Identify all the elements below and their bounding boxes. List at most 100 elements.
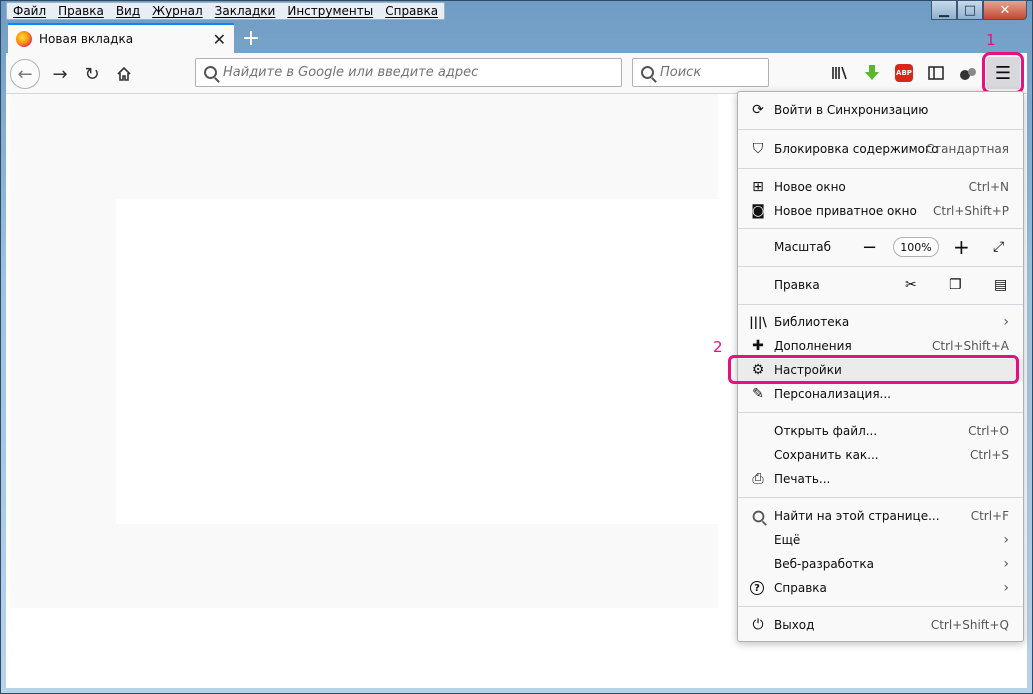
chevron-right-icon: › [1003,532,1009,548]
paintbrush-icon: ✎ [752,386,764,402]
reload-button[interactable]: ↻ [79,61,105,87]
menu-item-help[interactable]: ? Справка › [738,577,1023,599]
close-window-button[interactable]: ✕ [983,0,1027,20]
menu-item-addons-label: Дополнения [774,339,852,353]
shortcut-addons: Ctrl+Shift+A [932,339,1009,353]
menu-item-webdev-label: Веб-разработка [774,557,875,571]
extension-balls-icon [960,68,976,80]
forward-button[interactable]: → [47,61,73,87]
zoom-in-button[interactable]: + [953,235,970,259]
adblock-plus-icon: ABP [895,64,913,82]
search-bar[interactable]: Поиск [632,58,769,87]
menu-separator [738,606,1023,607]
edit-label: Правка [774,278,820,292]
tab-close-icon[interactable]: ✕ [213,30,226,49]
chevron-right-icon: › [1003,580,1009,596]
menu-bookmarks[interactable]: Закладки [209,3,282,19]
help-icon: ? [750,581,764,595]
menu-item-exit-label: Выход [774,618,815,632]
library-button[interactable] [830,63,850,83]
cut-icon[interactable]: ✂ [905,277,917,293]
paste-icon[interactable]: ▤ [994,277,1007,293]
menu-item-more-label: Ещё [774,533,801,547]
shield-icon: ⛉ [752,141,764,157]
menu-item-addons[interactable]: ✚ Дополнения Ctrl+Shift+A [738,335,1023,357]
menu-item-customize[interactable]: ✎ Персонализация... [738,383,1023,405]
new-window-icon: ⊞ [752,179,764,195]
menu-item-private-window[interactable]: ◙ Новое приватное окно Ctrl+Shift+P [738,200,1023,222]
url-placeholder: Найдите в Google или введите адрес [223,65,479,80]
menu-help[interactable]: Справка [379,3,444,19]
menu-view[interactable]: Вид [110,3,146,19]
menu-separator [738,228,1023,229]
menu-tools[interactable]: Инструменты [281,3,379,19]
home-icon [117,66,131,81]
blocking-level-value: Стандартная [925,142,1009,156]
menu-separator [738,412,1023,413]
menu-item-library-label: Библиотека [774,315,850,329]
shortcut-private-window: Ctrl+Shift+P [933,204,1009,218]
url-bar[interactable]: Найдите в Google или введите адрес [195,58,622,87]
content-panel-white [116,199,730,524]
zoom-out-button[interactable]: − [862,237,877,258]
menu-item-sync[interactable]: ⟳ Войти в Синхронизацию [738,99,1023,121]
home-button[interactable] [111,61,137,87]
menu-item-open-file[interactable]: Открыть файл... Ctrl+O [738,420,1023,442]
reload-icon: ↻ [84,63,100,85]
search-icon [204,66,217,79]
search-bar-icon [641,66,654,79]
annotation-number-1: 1 [986,31,996,49]
menu-item-private-label: Новое приватное окно [774,204,917,218]
menu-item-web-developer[interactable]: Веб-разработка › [738,553,1023,575]
menu-item-help-label: Справка [774,581,827,595]
printer-icon: ⎙ [752,471,764,487]
library-icon [832,66,847,80]
menubar: Файл Правка Вид Журнал Закладки Инструме… [6,2,446,20]
menu-item-find[interactable]: Найти на этой странице... Ctrl+F [738,505,1023,527]
menu-edit[interactable]: Правка [52,3,110,19]
menu-item-content-blocking[interactable]: ⛉ Блокировка содержимого Стандартная [738,138,1023,160]
menu-item-blocking-label: Блокировка содержимого [774,142,939,156]
menu-item-customize-label: Персонализация... [774,387,891,401]
fullscreen-icon[interactable]: ⤢ [993,239,1004,255]
copy-icon[interactable]: ❐ [949,277,962,293]
tab-title: Новая вкладка [39,32,134,46]
menu-item-save-as[interactable]: Сохранить как... Ctrl+S [738,444,1023,466]
menu-history[interactable]: Журнал [146,3,209,19]
menu-item-library[interactable]: |||\ Библиотека › [738,311,1023,333]
shortcut-open-file: Ctrl+O [968,424,1009,438]
library-menu-icon: |||\ [749,315,767,329]
puzzle-icon: ✚ [752,338,764,354]
back-button[interactable]: ← [10,59,40,89]
sync-icon: ⟳ [752,102,764,118]
adblock-plus-button[interactable]: ABP [894,63,914,83]
download-extension-button[interactable] [862,63,882,83]
power-icon: ⏻ [752,617,764,633]
minimize-button[interactable]: ▁ [931,0,957,20]
menu-file[interactable]: Файл [7,3,52,19]
highlight-menu-button [982,52,1024,94]
chevron-right-icon: › [1003,314,1009,330]
menu-item-exit[interactable]: ⏻ Выход Ctrl+Shift+Q [738,614,1023,636]
maximize-button[interactable]: □ [957,0,983,20]
download-arrow-icon [865,65,879,80]
zoom-reset-button[interactable]: 100% [893,237,939,257]
tab-strip: Новая вкладка ✕ + [6,22,1027,53]
find-magnifier-icon [750,508,766,524]
menu-item-more[interactable]: Ещё › [738,529,1023,551]
tab-new-tab[interactable]: Новая вкладка ✕ [8,23,234,53]
shortcut-find: Ctrl+F [970,509,1009,523]
menu-item-print[interactable]: ⎙ Печать... [738,468,1023,490]
menu-separator [738,304,1023,305]
extension-button[interactable] [958,63,978,83]
shortcut-exit: Ctrl+Shift+Q [930,618,1009,632]
menu-separator [738,497,1023,498]
menu-item-new-window[interactable]: ⊞ Новое окно Ctrl+N [738,176,1023,198]
window-controls: ▁ □ ✕ [931,0,1027,20]
sidebar-button[interactable] [926,63,946,83]
menu-separator [738,168,1023,169]
menu-item-open-file-label: Открыть файл... [774,424,878,438]
menu-item-save-as-label: Сохранить как... [774,448,879,462]
menu-item-print-label: Печать... [774,472,831,486]
new-tab-button[interactable]: + [238,26,264,51]
